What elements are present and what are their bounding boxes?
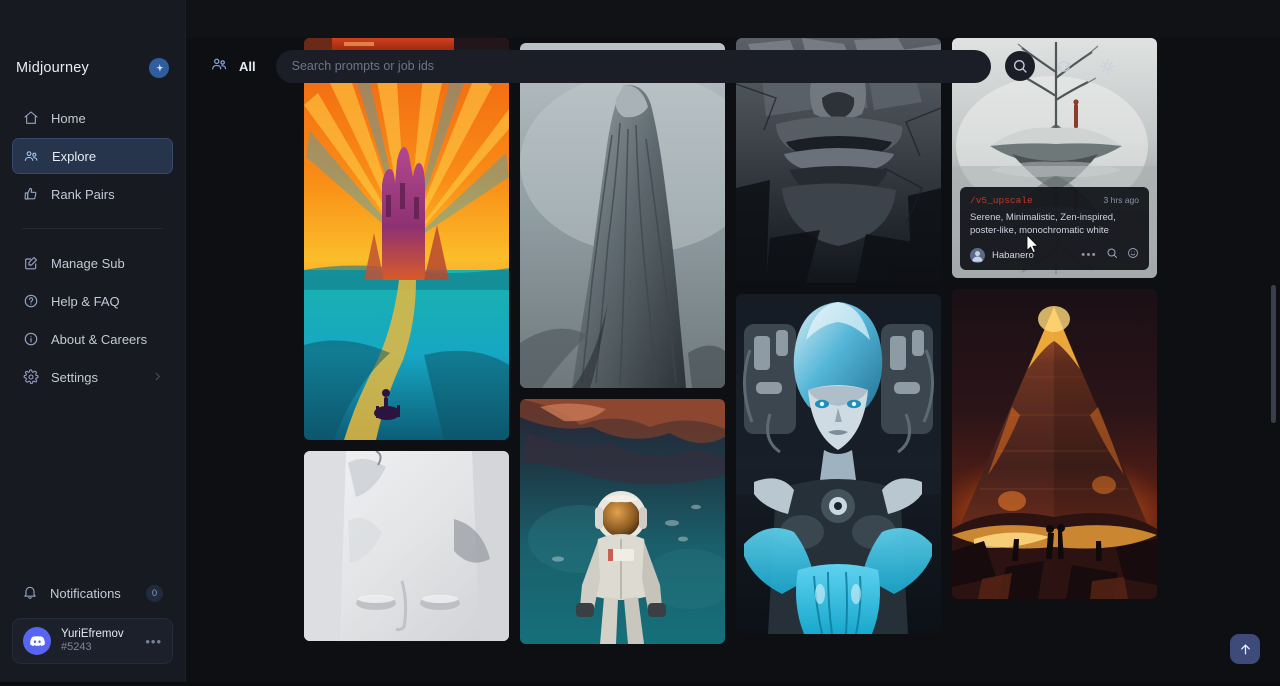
overlay-header: /v5_upscale 3 hrs ago [970,195,1139,206]
user-name: YuriEfremov [61,628,124,641]
more-options-icon[interactable]: ••• [1081,249,1097,261]
refresh-button[interactable] [1049,51,1079,81]
sidebar-item-label: About & Careers [51,332,147,347]
masonry-column [736,38,941,644]
card-artwork [520,43,725,388]
sidebar-item-manage-sub[interactable]: Manage Sub [12,245,173,281]
sidebar-item-label: Home [51,111,86,126]
sidebar-secondary-nav: Manage Sub Help & FAQ [0,241,185,397]
toolbar: All [186,38,1280,94]
sidebar-item-label: Manage Sub [51,256,125,271]
job-timestamp: 3 hrs ago [1104,195,1139,205]
sidebar-item-label: Explore [52,149,96,164]
scroll-to-top-button[interactable] [1230,634,1260,664]
chevron-right-icon [152,370,163,385]
user-discriminator: #5243 [61,641,124,654]
sidebar-item-label: Rank Pairs [51,187,115,202]
sidebar: Midjourney Home [0,0,186,686]
filter-all-button[interactable]: All [204,51,262,81]
people-group-icon [210,55,229,77]
card-underwater-astronaut[interactable] [520,399,725,644]
window-top-strip [0,0,1280,38]
sidebar-item-about-careers[interactable]: About & Careers [12,321,173,357]
search-input[interactable] [292,59,975,73]
thumbs-up-icon [22,186,39,203]
bell-icon [22,584,38,603]
notifications-row[interactable]: Notifications 0 [22,576,163,610]
notifications-label: Notifications [50,586,121,601]
card-artwork [952,289,1157,599]
verified-sparkle-icon[interactable] [149,58,169,78]
filter-label: All [239,59,256,74]
edit-square-icon [22,255,39,272]
card-artwork [304,451,509,641]
author-name[interactable]: Habanero [992,250,1034,261]
user-meta: YuriEfremov #5243 [61,628,124,654]
search-button[interactable] [1005,51,1035,81]
sidebar-divider [22,228,163,229]
brand-title: Midjourney [16,60,89,76]
app-root: Midjourney Home [0,0,1280,686]
card-artwork [520,399,725,644]
window-bottom-strip [0,682,1280,686]
job-command-tag[interactable]: /v5_upscale [970,195,1033,206]
gallery-scroll-area[interactable]: /v5_upscale 3 hrs ago Serene, Minimalist… [186,38,1280,686]
sidebar-item-label: Settings [51,370,98,385]
sidebar-item-explore[interactable]: Explore [12,138,173,174]
ellipsis-icon[interactable]: ••• [145,634,162,649]
overlay-footer: Habanero ••• [970,246,1139,264]
notifications-count-badge: 0 [146,585,163,602]
user-account-card[interactable]: YuriEfremov #5243 ••• [12,618,173,664]
card-shrouded-figure[interactable] [520,43,725,388]
zoom-search-icon[interactable] [1106,246,1118,264]
masonry-column [304,38,509,644]
question-circle-icon [22,293,39,310]
masonry-columns: /v5_upscale 3 hrs ago Serene, Minimalist… [304,38,1170,644]
sidebar-item-home[interactable]: Home [12,100,173,136]
sidebar-primary-nav: Home Explore [0,96,185,214]
card-hover-overlay: /v5_upscale 3 hrs ago Serene, Minimalist… [960,187,1149,270]
home-icon [22,110,39,127]
search-bar[interactable] [276,50,991,83]
gear-icon [22,369,39,386]
sidebar-item-rank-pairs[interactable]: Rank Pairs [12,176,173,212]
card-psychedelic-castle[interactable] [304,65,509,440]
people-group-icon [23,148,40,165]
card-burning-pyramid[interactable] [952,289,1157,599]
brand-row: Midjourney [0,40,185,96]
masonry-column: /v5_upscale 3 hrs ago Serene, Minimalist… [952,38,1157,644]
theme-toggle-button[interactable] [1093,51,1123,81]
card-artwork [736,294,941,634]
sidebar-item-settings[interactable]: Settings [12,359,173,395]
card-white-marble-face[interactable] [304,451,509,641]
sidebar-item-label: Help & FAQ [51,294,120,309]
author-avatar [970,248,985,263]
reaction-smiley-icon[interactable] [1127,246,1139,264]
sidebar-item-help-faq[interactable]: Help & FAQ [12,283,173,319]
masonry-column [520,38,725,644]
discord-icon [23,627,51,655]
info-circle-icon [22,331,39,348]
sidebar-spacer [0,397,185,576]
job-prompt-text: Serene, Minimalistic, Zen-inspired, post… [970,211,1139,237]
overlay-actions: ••• [1081,246,1139,264]
vertical-scrollbar-thumb[interactable] [1271,285,1276,423]
card-cyborg-woman[interactable] [736,294,941,634]
card-artwork [304,65,509,440]
